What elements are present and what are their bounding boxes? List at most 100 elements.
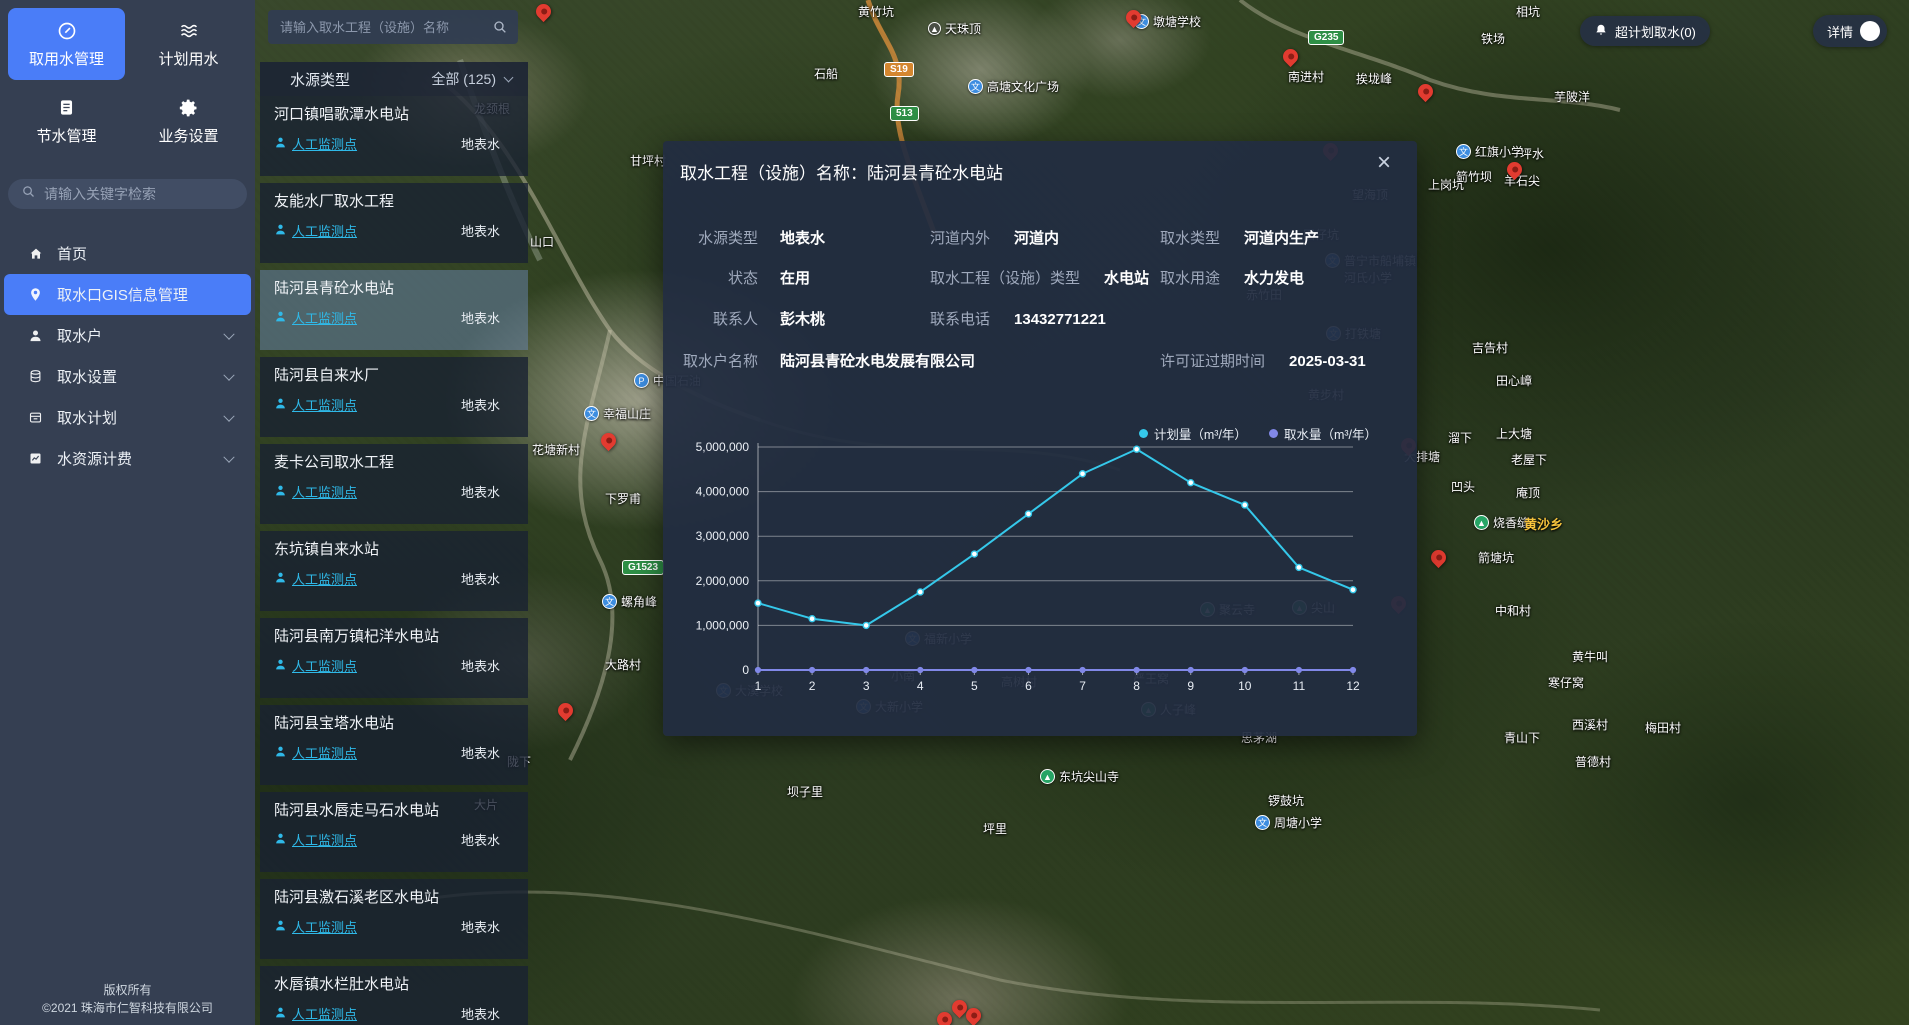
field-value: 河道内	[1014, 230, 1059, 247]
chevron-down-icon	[223, 452, 234, 463]
facility-name: 陆河县激石溪老区水电站	[274, 888, 514, 908]
map-label: 文红旗小学	[1456, 143, 1523, 160]
water-source-type: 地表水	[461, 656, 500, 675]
sidebar-item-water-resource-billing[interactable]: 水资源计费	[0, 438, 255, 479]
map-label: 老屋下	[1511, 451, 1547, 468]
module-water-use-management[interactable]: 取用水管理	[8, 8, 125, 80]
document-icon	[57, 97, 76, 119]
manual-monitor-link[interactable]: 人工监测点	[274, 134, 357, 153]
map-poi-blue-icon: P	[634, 373, 649, 388]
map-label: 寒仔窝	[1548, 674, 1584, 691]
svg-text:10: 10	[1238, 679, 1252, 693]
svg-text:4,000,000: 4,000,000	[696, 485, 750, 499]
field-label: 取水户名称	[663, 350, 758, 371]
facility-list-item[interactable]: 东坑镇自来水站人工监测点地表水	[260, 531, 528, 611]
detail-row: 联系人彭木桃联系电话13432771221	[663, 308, 1417, 328]
sidebar-search-input[interactable]	[44, 186, 224, 202]
facility-list-item[interactable]: 河口镇唱歌潭水电站人工监测点地表水	[260, 96, 528, 176]
map-label: 文螺角峰	[602, 593, 657, 610]
map-label: 相坑	[1516, 3, 1540, 20]
manual-monitor-link[interactable]: 人工监测点	[274, 656, 357, 675]
facility-list-item[interactable]: 陆河县青砼水电站人工监测点地表水	[260, 270, 528, 350]
field-label: 取水用途	[1160, 270, 1220, 287]
facility-search[interactable]	[268, 10, 518, 44]
facility-list-item[interactable]: 陆河县宝塔水电站人工监测点地表水	[260, 705, 528, 785]
map-label: 芋陂洋	[1554, 88, 1590, 105]
facility-list-item[interactable]: 友能水厂取水工程人工监测点地表水	[260, 183, 528, 263]
facility-list-item[interactable]: 陆河县水唇走马石水电站人工监测点地表水	[260, 792, 528, 872]
sidebar-item-label: 取水口GIS信息管理	[57, 284, 188, 305]
svg-text:7: 7	[1079, 679, 1086, 693]
manual-monitor-link[interactable]: 人工监测点	[274, 917, 357, 936]
field-value: 在用	[780, 270, 810, 287]
manual-monitor-link[interactable]: 人工监测点	[274, 221, 357, 240]
sidebar: 取用水管理计划用水节水管理业务设置 首页取水口GIS信息管理取水户取水设置取水计…	[0, 0, 255, 1025]
sidebar-search[interactable]	[8, 179, 247, 209]
field-value: 2025-03-31	[1289, 353, 1366, 370]
copyright: 版权所有 ©2021 珠海市仁智科技有限公司	[0, 981, 255, 1017]
manual-monitor-link[interactable]: 人工监测点	[274, 482, 357, 501]
facility-list-item[interactable]: 陆河县南万镇杞洋水电站人工监测点地表水	[260, 618, 528, 698]
svg-text:1: 1	[755, 679, 762, 693]
manual-monitor-link[interactable]: 人工监测点	[274, 830, 357, 849]
detail-row: 水源类型地表水河道内外河道内取水类型河道内生产	[663, 227, 1417, 247]
manual-monitor-link[interactable]: 人工监测点	[274, 1004, 357, 1023]
map-label: 普德村	[1575, 753, 1611, 770]
map-label: 青山下	[1504, 729, 1540, 746]
map-poi-blue-icon: 文	[602, 594, 617, 609]
sidebar-item-water-users[interactable]: 取水户	[0, 315, 255, 356]
close-icon[interactable]: ×	[1377, 151, 1391, 175]
facility-list-item[interactable]: 麦卡公司取水工程人工监测点 地表水	[260, 444, 528, 524]
over-plan-intake-button[interactable]: 超计划取水(0)	[1580, 16, 1710, 46]
facility-list-item[interactable]: 陆河县自来水厂人工监测点地表水	[260, 357, 528, 437]
map-label: 上岗坑	[1428, 176, 1464, 193]
module-planned-water-use[interactable]: 计划用水	[130, 8, 247, 80]
facility-name: 麦卡公司取水工程	[274, 453, 514, 473]
detail-field: 取水户名称陆河县青砼水电发展有限公司	[663, 350, 975, 371]
manual-monitor-link[interactable]: 人工监测点	[274, 308, 357, 327]
svg-text:4: 4	[917, 679, 924, 693]
sidebar-item-intake-gis-management[interactable]: 取水口GIS信息管理	[4, 274, 251, 315]
sidebar-item-intake-settings[interactable]: 取水设置	[0, 356, 255, 397]
field-value: 地表水	[780, 230, 825, 247]
source-type-filter[interactable]: 全部 (125)	[431, 69, 514, 89]
detail-toggle[interactable]: 详情	[1813, 15, 1887, 47]
person-icon	[274, 571, 287, 587]
map-label: 文周塘小学	[1255, 814, 1322, 831]
module-business-settings[interactable]: 业务设置	[130, 85, 247, 157]
map-label: 铁场	[1481, 30, 1505, 47]
detail-field: 取水类型河道内生产	[1160, 227, 1319, 248]
module-water-saving-management[interactable]: 节水管理	[8, 85, 125, 157]
facility-list-item[interactable]: 水唇镇水栏肚水电站人工监测点地表水	[260, 966, 528, 1025]
field-label: 状态	[663, 267, 758, 288]
svg-text:11: 11	[1293, 679, 1306, 693]
plan-icon	[27, 410, 44, 425]
sidebar-item-label: 取水计划	[57, 407, 117, 428]
field-value: 13432771221	[1014, 311, 1106, 328]
manual-monitor-link[interactable]: 人工监测点	[274, 743, 357, 762]
manual-monitor-link[interactable]: 人工监测点	[274, 569, 357, 588]
sidebar-item-home[interactable]: 首页	[0, 233, 255, 274]
water-source-type: 地表水	[461, 482, 500, 501]
toggle-knob[interactable]	[1860, 21, 1880, 41]
app-window: 黄竹坑▲天珠顶文墩塘学校相坑铁场南进村挨垅峰芋陂洋坪水龙颈根石船文高塘文化广场甘…	[0, 0, 1909, 1025]
facility-list-item[interactable]: 陆河县激石溪老区水电站人工监测点地表水	[260, 879, 528, 959]
search-icon[interactable]	[492, 19, 508, 40]
map-label: ▲烧香缝	[1474, 514, 1529, 531]
manual-monitor-link[interactable]: 人工监测点	[274, 395, 357, 414]
map-poi-blue-icon: 文	[968, 79, 983, 94]
home-icon	[27, 246, 44, 262]
water-source-type: 地表水	[461, 830, 500, 849]
field-label: 取水类型	[1160, 230, 1220, 247]
facility-search-input[interactable]	[280, 20, 488, 35]
water-source-type: 地表水	[461, 221, 500, 240]
map-label: 文幸福山庄	[584, 405, 651, 422]
detail-field: 联系电话13432771221	[930, 308, 1106, 329]
gear-icon	[179, 97, 199, 119]
sidebar-item-label: 取水设置	[57, 366, 117, 387]
sidebar-item-intake-plan[interactable]: 取水计划	[0, 397, 255, 438]
facility-name: 水唇镇水栏肚水电站	[274, 975, 514, 995]
map-label: 中和村	[1495, 602, 1531, 619]
facility-detail-modal: 取水工程（设施）名称：陆河县青砼水电站 × 水源类型地表水河道内外河道内取水类型…	[663, 141, 1417, 736]
module-label: 计划用水	[158, 48, 218, 69]
